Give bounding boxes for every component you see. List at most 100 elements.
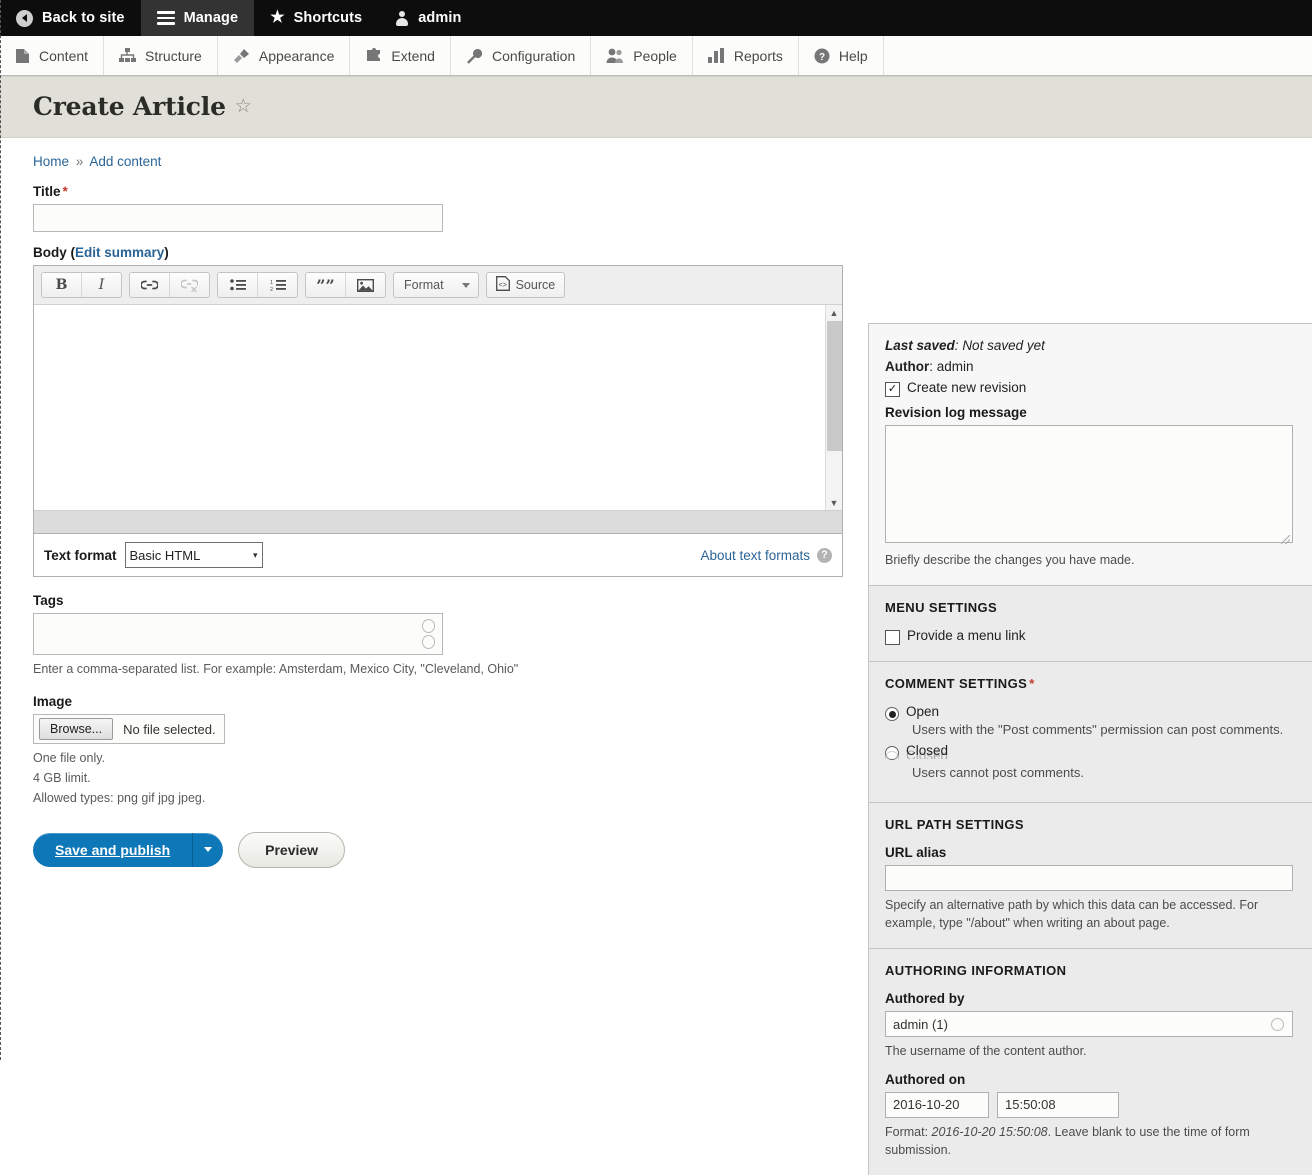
- breadcrumb-current-link[interactable]: Add content: [89, 154, 161, 169]
- provide-menu-link-row[interactable]: Provide a menu link: [885, 628, 1294, 646]
- url-alias-input[interactable]: [885, 865, 1293, 892]
- shortcuts-tab[interactable]: ★ Shortcuts: [254, 0, 378, 36]
- image-field-group: Image Browse... No file selected. One fi…: [33, 694, 843, 807]
- sitemap-icon: [119, 48, 137, 63]
- menu-item-content-label: Content: [39, 47, 89, 64]
- body-scrollbar[interactable]: ▲ ▼: [825, 305, 842, 510]
- comment-open-help: Users with the "Post comments" permissio…: [912, 722, 1284, 738]
- menu-settings-panel[interactable]: MENU SETTINGS Provide a menu link: [869, 586, 1312, 663]
- scroll-down-icon[interactable]: ▼: [826, 495, 842, 510]
- provide-menu-link-label: Provide a menu link: [907, 628, 1026, 644]
- tags-field-group: Tags Enter a comma-separated list. For e…: [33, 593, 843, 678]
- body-label-text: Body: [33, 245, 67, 260]
- menu-item-structure-label: Structure: [145, 47, 202, 64]
- chevron-down-icon: [204, 847, 213, 852]
- wrench-icon: [466, 48, 483, 64]
- page-body: Home » Add content Title * Body (Edit sum…: [0, 138, 1312, 1175]
- source-button[interactable]: <> Source: [485, 272, 566, 298]
- title-input[interactable]: [33, 204, 443, 232]
- star-outline-icon[interactable]: ☆: [235, 97, 252, 116]
- save-and-publish-label: Save and publish: [55, 841, 171, 858]
- image-icon[interactable]: [346, 273, 385, 297]
- url-path-settings-panel[interactable]: URL PATH SETTINGS URL alias Specify an a…: [869, 803, 1312, 950]
- save-and-publish-button[interactable]: Save and publish: [33, 832, 224, 867]
- title-required-marker: *: [62, 184, 68, 199]
- create-new-revision-row[interactable]: ✓ Create new revision: [885, 380, 1294, 397]
- body-editable-area[interactable]: ▲ ▼: [34, 305, 842, 511]
- menu-item-reports-label: Reports: [733, 47, 783, 64]
- image-file-input[interactable]: Browse... No file selected.: [33, 714, 225, 745]
- breadcrumb-home-link[interactable]: Home: [33, 154, 69, 169]
- page-title: Create Article: [33, 92, 226, 121]
- text-format-right: About text formats ?: [700, 547, 832, 563]
- title-label-text: Title: [33, 184, 61, 199]
- blockquote-icon[interactable]: ””: [306, 273, 346, 297]
- authored-by-wrap: [885, 1011, 1293, 1038]
- browse-button[interactable]: Browse...: [39, 718, 114, 741]
- url-alias-description: Specify an alternative path by which thi…: [885, 898, 1259, 931]
- chevron-down-icon: ▾: [252, 549, 258, 560]
- authored-on-date-input[interactable]: [885, 1091, 989, 1118]
- menu-item-content[interactable]: Content: [0, 36, 105, 75]
- revision-log-textarea[interactable]: [885, 425, 1293, 543]
- question-mark-icon[interactable]: ?: [817, 547, 832, 563]
- menu-item-extend[interactable]: Extend: [350, 36, 451, 75]
- text-format-select[interactable]: Basic HTML ▾: [124, 542, 263, 568]
- comment-open-radio[interactable]: [885, 707, 899, 722]
- bulleted-list-icon[interactable]: [218, 273, 258, 297]
- paintbrush-icon: [233, 48, 250, 64]
- comment-open-row[interactable]: Open: [885, 704, 1294, 722]
- last-saved-value: Not saved yet: [962, 338, 1045, 353]
- list-group: 12: [217, 272, 298, 298]
- bold-button[interactable]: B: [42, 273, 82, 297]
- scroll-up-icon[interactable]: ▲: [826, 305, 842, 320]
- menu-item-structure[interactable]: Structure: [104, 36, 218, 75]
- body-label: Body (Edit summary): [33, 245, 169, 260]
- preview-button[interactable]: Preview: [238, 831, 346, 868]
- authored-on-description: Format: 2016-10-20 15:50:08. Leave blank…: [885, 1123, 1294, 1159]
- bar-chart-icon: [707, 48, 725, 63]
- ckeditor-footer: [34, 511, 842, 533]
- create-new-revision-label: Create new revision: [907, 380, 1027, 395]
- people-icon: [606, 48, 624, 63]
- comment-settings-panel[interactable]: COMMENT SETTINGS * Open Users with the "P…: [869, 662, 1312, 804]
- about-text-formats-link[interactable]: About text formats: [700, 548, 810, 563]
- node-form: Title * Body (Edit summary) B I 1 2 ”” F…: [33, 184, 843, 868]
- menu-item-extend-label: Extend: [391, 47, 435, 64]
- menu-item-configuration[interactable]: Configuration: [451, 36, 592, 75]
- provide-menu-link-checkbox[interactable]: [885, 630, 900, 646]
- menu-item-people[interactable]: People: [591, 36, 693, 75]
- format-dropdown[interactable]: Format: [393, 272, 479, 298]
- italic-label: I: [98, 277, 105, 293]
- menu-item-help-label: Help: [838, 47, 868, 64]
- hamburger-icon: [156, 11, 175, 25]
- authored-by-input[interactable]: [885, 1011, 1293, 1038]
- menu-item-appearance[interactable]: Appearance: [218, 36, 351, 75]
- authored-on-time-input[interactable]: [997, 1091, 1119, 1118]
- menu-item-people-label: People: [633, 47, 677, 64]
- scrollbar-thumb[interactable]: [827, 321, 842, 451]
- unlink-icon[interactable]: [170, 273, 209, 297]
- title-label: Title *: [33, 184, 843, 199]
- file-status-text: No file selected.: [123, 721, 216, 737]
- authored-on-format-example: 2016-10-20 15:50:08: [931, 1124, 1048, 1139]
- text-format-left: Text format Basic HTML ▾: [44, 542, 263, 568]
- revision-log-description: Briefly describe the changes you have ma…: [885, 553, 1135, 567]
- edit-summary-link[interactable]: Edit summary: [75, 245, 164, 260]
- user-account-tab[interactable]: admin: [378, 0, 477, 36]
- create-new-revision-checkbox[interactable]: ✓: [885, 382, 900, 397]
- italic-button[interactable]: I: [82, 273, 121, 297]
- authored-on-label: Authored on: [885, 1071, 966, 1087]
- format-dropdown-label: Format: [404, 278, 444, 292]
- numbered-list-icon[interactable]: 12: [258, 273, 297, 297]
- menu-item-help[interactable]: ? Help: [799, 36, 884, 75]
- manage-tab[interactable]: Manage: [140, 0, 255, 36]
- tags-input[interactable]: [33, 613, 443, 655]
- save-options-dropdown[interactable]: [192, 832, 223, 867]
- back-to-site-tab[interactable]: Back to site: [0, 0, 141, 36]
- authoring-information-panel[interactable]: AUTHORING INFORMATION Authored by The us…: [869, 949, 1312, 1175]
- text-format-value: Basic HTML: [129, 547, 201, 563]
- menu-item-reports[interactable]: Reports: [693, 36, 799, 75]
- link-icon[interactable]: [130, 273, 170, 297]
- chevron-down-icon: [461, 282, 470, 288]
